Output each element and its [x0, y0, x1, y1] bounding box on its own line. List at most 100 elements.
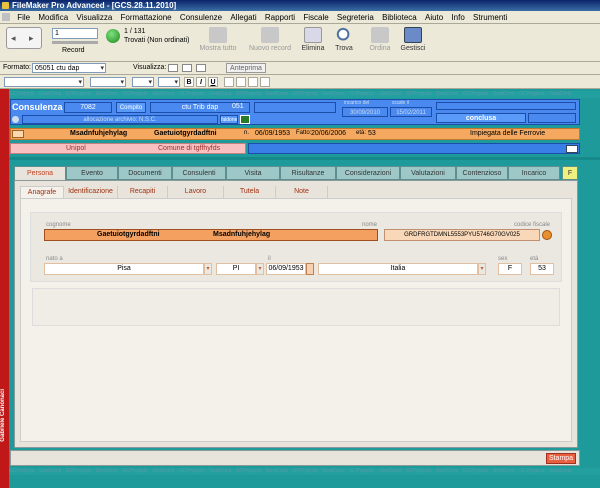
- allocation-field[interactable]: allocazione archivio: N.S.C.: [22, 115, 218, 124]
- birth-province-field[interactable]: PI: [216, 263, 256, 275]
- tipo-code: 051: [232, 103, 244, 110]
- title-bar: FileMaker Pro Advanced - [GCS.28.11.2010…: [0, 0, 600, 11]
- manage-button[interactable]: Gestisci: [398, 27, 428, 52]
- tab-risultanze[interactable]: Risultanze: [280, 166, 336, 180]
- book-navigator[interactable]: ◂ ▸: [6, 27, 42, 49]
- subtab-note[interactable]: Note: [276, 186, 328, 198]
- header-top-right-field[interactable]: [436, 102, 576, 110]
- menu-file[interactable]: File: [14, 11, 33, 24]
- menu-fiscale[interactable]: Fiscale: [300, 11, 331, 24]
- menu-visualizza[interactable]: Visualizza: [73, 11, 115, 24]
- subtab-anagrafe[interactable]: Anagrafe: [20, 186, 64, 198]
- tab-documenti[interactable]: Documenti: [118, 166, 172, 180]
- sex-field[interactable]: F: [498, 263, 522, 275]
- faldone-field[interactable]: faldone 1: [220, 115, 238, 124]
- layout-bar: Formato: 05051 ctu dap Visualizza: Antep…: [0, 62, 600, 75]
- align-right-icon[interactable]: [248, 77, 258, 87]
- scade-field[interactable]: 15/02/2011: [390, 107, 432, 117]
- incarico-del-field[interactable]: 30/09/2010: [342, 107, 388, 117]
- tab-evento[interactable]: Evento: [66, 166, 118, 180]
- cf-field[interactable]: GRDFRGTDMNL5553PYU5746G70GV025: [384, 229, 540, 241]
- subtab-lavoro[interactable]: Lavoro: [168, 186, 224, 198]
- show-all-button[interactable]: Mostra tutto: [196, 27, 240, 52]
- find-button[interactable]: Trova: [332, 27, 356, 52]
- print-button[interactable]: Stampa: [546, 453, 576, 464]
- birth-date-field[interactable]: 06/09/1953: [266, 263, 306, 275]
- menu-allegati[interactable]: Allegati: [227, 11, 259, 24]
- align-center-icon[interactable]: [236, 77, 246, 87]
- notes-area[interactable]: [32, 288, 560, 326]
- blank-field-1[interactable]: [254, 102, 336, 113]
- subtab-recapiti[interactable]: Recapiti: [118, 186, 168, 198]
- preview-button[interactable]: Anteprima: [226, 63, 266, 73]
- format-label: Formato:: [3, 64, 32, 71]
- tab-visita[interactable]: Visita: [226, 166, 280, 180]
- person-bar-icon[interactable]: [12, 130, 24, 138]
- age-field[interactable]: 53: [530, 263, 554, 275]
- delete-label: Elimina: [301, 45, 325, 52]
- subtab-identificazione[interactable]: Identificazione: [64, 186, 118, 198]
- align-justify-icon[interactable]: [260, 77, 270, 87]
- tab-contenzioso[interactable]: Contenzioso: [456, 166, 508, 180]
- tab-f[interactable]: F: [562, 166, 578, 180]
- font-select[interactable]: [4, 77, 84, 87]
- sort-button[interactable]: Ordina: [366, 27, 394, 52]
- menu-modifica[interactable]: Modifica: [35, 11, 71, 24]
- record-number-input[interactable]: 1: [52, 28, 98, 39]
- compito-button[interactable]: Compito: [116, 102, 146, 113]
- tab-incarico[interactable]: Incarico: [508, 166, 560, 180]
- birth-country-field[interactable]: Italia: [318, 263, 478, 275]
- document-menu-icon[interactable]: [2, 13, 10, 21]
- header-bottom-right-field[interactable]: [528, 113, 576, 123]
- color-select[interactable]: [132, 77, 154, 87]
- tab-persona[interactable]: Persona: [14, 166, 66, 180]
- delete-button[interactable]: Elimina: [298, 27, 328, 52]
- layout-select[interactable]: 05051 ctu dap: [32, 63, 106, 73]
- new-record-button[interactable]: Nuovo record: [246, 27, 294, 52]
- org-right-panel: [248, 143, 580, 154]
- align-left-icon[interactable]: [224, 77, 234, 87]
- menu-consulenze[interactable]: Consulenze: [177, 11, 225, 24]
- subtab-tutela[interactable]: Tutela: [224, 186, 276, 198]
- birth-province-dropdown-icon[interactable]: ▾: [256, 263, 264, 275]
- status-field[interactable]: conclusa: [436, 113, 526, 123]
- table-view-icon[interactable]: [196, 64, 206, 72]
- form-view-icon[interactable]: [168, 64, 178, 72]
- open-icon[interactable]: [240, 115, 250, 124]
- menu-formattazione[interactable]: Formattazione: [118, 11, 175, 24]
- font-size-select[interactable]: [90, 77, 126, 87]
- tab-consulenti[interactable]: Consulenti: [172, 166, 226, 180]
- birth-city-dropdown-icon[interactable]: ▾: [204, 263, 212, 275]
- menu-strumenti[interactable]: Strumenti: [470, 11, 510, 24]
- birth-city-field[interactable]: Pisa: [44, 263, 204, 275]
- list-view-icon[interactable]: [182, 64, 192, 72]
- menu-info[interactable]: Info: [448, 11, 467, 24]
- next-record-icon[interactable]: ▸: [29, 33, 34, 44]
- side-label: Gabriele Canonaci: [0, 389, 6, 442]
- magnifier-icon: [335, 27, 353, 43]
- birth-country-dropdown-icon[interactable]: ▾: [478, 263, 486, 275]
- person-born-label: n.: [244, 130, 250, 136]
- org-name: Unipol: [66, 145, 86, 152]
- underline-button[interactable]: U: [208, 77, 218, 87]
- tab-considerazioni[interactable]: Considerazioni: [336, 166, 400, 180]
- italic-button[interactable]: I: [196, 77, 206, 87]
- menu-rapporti[interactable]: Rapporti: [262, 11, 298, 24]
- header-circle-icon[interactable]: [12, 116, 19, 123]
- calendar-icon[interactable]: [306, 263, 314, 275]
- record-slider[interactable]: [52, 41, 98, 44]
- folder-icon[interactable]: [566, 145, 578, 153]
- style-select[interactable]: [158, 77, 180, 87]
- menu-aiuto[interactable]: Aiuto: [422, 11, 446, 24]
- cf-calc-icon[interactable]: [542, 230, 552, 240]
- sex-label: sex: [498, 256, 508, 262]
- cognome-nome-field[interactable]: Gaetuiotgyrdadftni Msadnfuhjehylag: [44, 229, 378, 241]
- found-count: 1 / 131: [124, 28, 146, 35]
- menu-biblioteca[interactable]: Biblioteca: [379, 11, 420, 24]
- tab-valutazioni[interactable]: Valutazioni: [400, 166, 456, 180]
- bold-button[interactable]: B: [184, 77, 194, 87]
- manage-icon: [404, 27, 422, 43]
- prev-record-icon[interactable]: ◂: [11, 33, 16, 44]
- menu-segreteria[interactable]: Segreteria: [334, 11, 377, 24]
- consulenza-number[interactable]: 7082: [64, 102, 112, 113]
